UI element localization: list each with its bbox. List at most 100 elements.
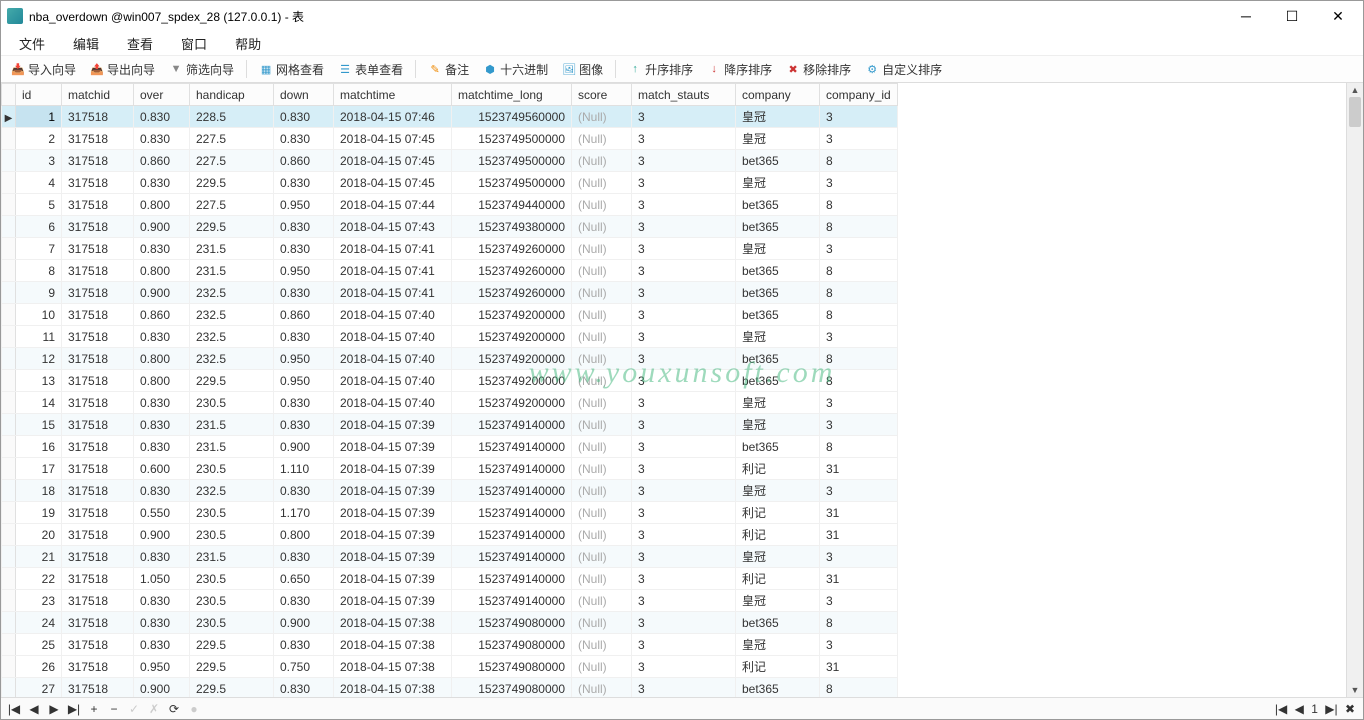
- cell-company_id[interactable]: 3: [820, 392, 898, 414]
- scroll-thumb[interactable]: [1349, 97, 1361, 127]
- col-header-over[interactable]: over: [134, 84, 190, 106]
- cell-matchid[interactable]: 317518: [62, 458, 134, 480]
- cell-down[interactable]: 0.830: [274, 282, 334, 304]
- cell-handicap[interactable]: 231.5: [190, 436, 274, 458]
- cell-match_stauts[interactable]: 3: [632, 590, 736, 612]
- table-row[interactable]: 93175180.900232.50.8302018-04-15 07:4115…: [2, 282, 898, 304]
- cell-match_stauts[interactable]: 3: [632, 128, 736, 150]
- cell-matchtime_long[interactable]: 1523749140000: [452, 590, 572, 612]
- cell-matchid[interactable]: 317518: [62, 612, 134, 634]
- cell-handicap[interactable]: 229.5: [190, 370, 274, 392]
- cell-matchtime[interactable]: 2018-04-15 07:40: [334, 348, 452, 370]
- row-gutter[interactable]: [2, 612, 16, 634]
- data-grid[interactable]: idmatchidoverhandicapdownmatchtimematcht…: [1, 83, 1346, 697]
- cell-over[interactable]: 0.830: [134, 326, 190, 348]
- cell-matchtime_long[interactable]: 1523749140000: [452, 436, 572, 458]
- cell-id[interactable]: 20: [16, 524, 62, 546]
- cell-company[interactable]: 皇冠: [736, 326, 820, 348]
- row-gutter[interactable]: [2, 480, 16, 502]
- cell-handicap[interactable]: 231.5: [190, 414, 274, 436]
- cell-company_id[interactable]: 3: [820, 106, 898, 128]
- cell-score[interactable]: (Null): [572, 524, 632, 546]
- cell-match_stauts[interactable]: 3: [632, 150, 736, 172]
- cell-matchtime_long[interactable]: 1523749140000: [452, 480, 572, 502]
- nav-refresh-button[interactable]: ⟳: [167, 702, 181, 716]
- table-row[interactable]: 233175180.830230.50.8302018-04-15 07:391…: [2, 590, 898, 612]
- cell-company_id[interactable]: 3: [820, 128, 898, 150]
- table-row[interactable]: 253175180.830229.50.8302018-04-15 07:381…: [2, 634, 898, 656]
- cell-id[interactable]: 6: [16, 216, 62, 238]
- cell-score[interactable]: (Null): [572, 172, 632, 194]
- cell-matchtime_long[interactable]: 1523749200000: [452, 370, 572, 392]
- cell-matchtime[interactable]: 2018-04-15 07:39: [334, 480, 452, 502]
- cell-match_stauts[interactable]: 3: [632, 392, 736, 414]
- cell-company[interactable]: bet365: [736, 436, 820, 458]
- cell-down[interactable]: 0.830: [274, 392, 334, 414]
- table-row[interactable]: 153175180.830231.50.8302018-04-15 07:391…: [2, 414, 898, 436]
- page-next-button[interactable]: ▶|: [1325, 702, 1337, 716]
- cell-company_id[interactable]: 3: [820, 414, 898, 436]
- cell-matchtime[interactable]: 2018-04-15 07:39: [334, 436, 452, 458]
- cell-company_id[interactable]: 8: [820, 612, 898, 634]
- cell-match_stauts[interactable]: 3: [632, 678, 736, 698]
- page-apply-icon[interactable]: ✖: [1345, 702, 1355, 716]
- cell-matchid[interactable]: 317518: [62, 546, 134, 568]
- cell-score[interactable]: (Null): [572, 634, 632, 656]
- cell-over[interactable]: 0.800: [134, 194, 190, 216]
- cell-down[interactable]: 0.950: [274, 260, 334, 282]
- row-gutter[interactable]: [2, 194, 16, 216]
- cell-score[interactable]: (Null): [572, 656, 632, 678]
- cell-over[interactable]: 0.600: [134, 458, 190, 480]
- cell-id[interactable]: 17: [16, 458, 62, 480]
- table-row[interactable]: 203175180.900230.50.8002018-04-15 07:391…: [2, 524, 898, 546]
- col-header-matchid[interactable]: matchid: [62, 84, 134, 106]
- cell-match_stauts[interactable]: 3: [632, 568, 736, 590]
- cell-match_stauts[interactable]: 3: [632, 546, 736, 568]
- cell-matchid[interactable]: 317518: [62, 678, 134, 698]
- cell-handicap[interactable]: 230.5: [190, 392, 274, 414]
- cell-matchtime[interactable]: 2018-04-15 07:40: [334, 392, 452, 414]
- cell-score[interactable]: (Null): [572, 370, 632, 392]
- cell-match_stauts[interactable]: 3: [632, 480, 736, 502]
- cell-down[interactable]: 0.950: [274, 348, 334, 370]
- cell-score[interactable]: (Null): [572, 282, 632, 304]
- cell-id[interactable]: 9: [16, 282, 62, 304]
- table-row[interactable]: 213175180.830231.50.8302018-04-15 07:391…: [2, 546, 898, 568]
- row-gutter[interactable]: [2, 392, 16, 414]
- cell-id[interactable]: 11: [16, 326, 62, 348]
- cell-handicap[interactable]: 232.5: [190, 348, 274, 370]
- cell-id[interactable]: 2: [16, 128, 62, 150]
- cell-company[interactable]: bet365: [736, 612, 820, 634]
- cell-matchtime[interactable]: 2018-04-15 07:40: [334, 370, 452, 392]
- table-row[interactable]: 43175180.830229.50.8302018-04-15 07:4515…: [2, 172, 898, 194]
- cell-company_id[interactable]: 31: [820, 524, 898, 546]
- cell-matchtime_long[interactable]: 1523749080000: [452, 612, 572, 634]
- table-row[interactable]: 103175180.860232.50.8602018-04-15 07:401…: [2, 304, 898, 326]
- cell-company_id[interactable]: 3: [820, 326, 898, 348]
- cell-matchid[interactable]: 317518: [62, 634, 134, 656]
- cell-matchtime_long[interactable]: 1523749200000: [452, 348, 572, 370]
- cell-id[interactable]: 3: [16, 150, 62, 172]
- cell-matchid[interactable]: 317518: [62, 436, 134, 458]
- cell-down[interactable]: 0.900: [274, 436, 334, 458]
- cell-company_id[interactable]: 8: [820, 150, 898, 172]
- table-row[interactable]: 53175180.800227.50.9502018-04-15 07:4415…: [2, 194, 898, 216]
- cell-id[interactable]: 7: [16, 238, 62, 260]
- cell-matchtime_long[interactable]: 1523749080000: [452, 678, 572, 698]
- row-gutter[interactable]: [2, 348, 16, 370]
- table-row[interactable]: 173175180.600230.51.1102018-04-15 07:391…: [2, 458, 898, 480]
- cell-matchtime_long[interactable]: 1523749140000: [452, 414, 572, 436]
- toolbar-网格查看[interactable]: ▦网格查看: [253, 59, 330, 80]
- cell-handicap[interactable]: 231.5: [190, 546, 274, 568]
- cell-over[interactable]: 0.830: [134, 172, 190, 194]
- cell-over[interactable]: 0.830: [134, 392, 190, 414]
- cell-down[interactable]: 0.860: [274, 150, 334, 172]
- cell-id[interactable]: 19: [16, 502, 62, 524]
- cell-company_id[interactable]: 8: [820, 370, 898, 392]
- cell-matchid[interactable]: 317518: [62, 326, 134, 348]
- cell-id[interactable]: 1: [16, 106, 62, 128]
- cell-matchtime[interactable]: 2018-04-15 07:39: [334, 458, 452, 480]
- cell-down[interactable]: 1.110: [274, 458, 334, 480]
- cell-handicap[interactable]: 230.5: [190, 568, 274, 590]
- table-row[interactable]: 263175180.950229.50.7502018-04-15 07:381…: [2, 656, 898, 678]
